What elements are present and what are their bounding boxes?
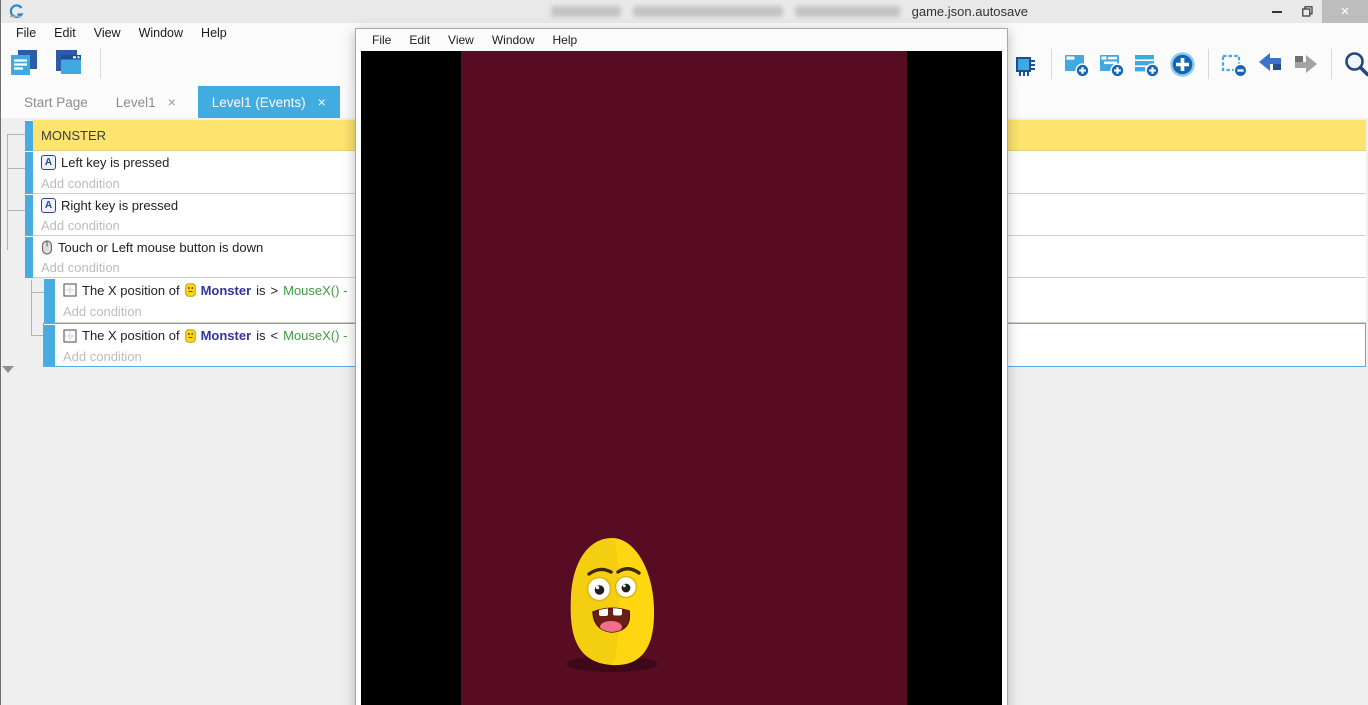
- tab-close-icon[interactable]: ×: [168, 94, 176, 110]
- tree-line: [31, 280, 32, 336]
- preview-window: File Edit View Window Help: [355, 28, 1008, 705]
- menu-view[interactable]: View: [85, 26, 130, 40]
- condition-prefix: The X position of: [82, 283, 180, 298]
- event-template-button[interactable]: [1012, 49, 1040, 79]
- condition-verb: is: [256, 328, 265, 343]
- title-bar: game.json.autosave ×: [0, 0, 1368, 23]
- gdevelop-logo-icon: [8, 3, 25, 20]
- scene-window-icon: [53, 49, 83, 78]
- event-template-chip-icon: [1012, 49, 1040, 79]
- event-drag-handle[interactable]: [25, 151, 33, 194]
- keyboard-key-icon: A: [41, 155, 56, 170]
- position-icon: [63, 329, 77, 343]
- preview-menu-edit[interactable]: Edit: [400, 33, 439, 47]
- add-comment-button[interactable]: [1133, 51, 1160, 78]
- menu-help[interactable]: Help: [192, 26, 236, 40]
- preview-menu-bar: File Edit View Window Help: [356, 29, 1007, 51]
- monster-thumbnail-icon: [185, 283, 196, 297]
- tree-line: [7, 210, 25, 211]
- event-drag-handle[interactable]: [25, 236, 33, 278]
- monster-sprite: [562, 534, 662, 674]
- window-controls: ×: [1262, 0, 1368, 23]
- minimize-button[interactable]: [1262, 0, 1292, 23]
- tab-close-icon[interactable]: ×: [318, 94, 326, 110]
- menu-window[interactable]: Window: [130, 26, 192, 40]
- event-drag-handle[interactable]: [44, 324, 55, 366]
- game-scene: [461, 51, 907, 705]
- condition-verb: is: [256, 283, 265, 298]
- delete-selection-button[interactable]: [1220, 51, 1248, 78]
- tab-level1[interactable]: Level1 ×: [102, 86, 190, 118]
- redo-icon: [1292, 51, 1320, 77]
- delete-selection-icon: [1220, 51, 1248, 78]
- event-drag-handle[interactable]: [25, 194, 33, 236]
- condition-operator: >: [271, 283, 279, 298]
- circle-plus-icon: [1168, 50, 1197, 79]
- menu-edit[interactable]: Edit: [45, 26, 85, 40]
- tree-line: [32, 335, 43, 336]
- condition-operator: <: [271, 328, 279, 343]
- condition-text: Touch or Left mouse button is down: [58, 240, 263, 255]
- restore-button[interactable]: [1292, 0, 1322, 23]
- redacted-title-text: [551, 6, 621, 17]
- undo-button[interactable]: [1256, 51, 1284, 77]
- preview-menu-view[interactable]: View: [439, 33, 483, 47]
- condition-object: Monster: [201, 283, 252, 298]
- search-icon: [1343, 50, 1368, 78]
- condition-object: Monster: [201, 328, 252, 343]
- preview-menu-file[interactable]: File: [363, 33, 400, 47]
- event-drag-handle[interactable]: [25, 120, 33, 151]
- toolbar-separator: [1051, 49, 1052, 79]
- tree-line: [7, 134, 8, 250]
- menu-file[interactable]: File: [7, 26, 45, 40]
- preview-menu-window[interactable]: Window: [483, 33, 544, 47]
- window-title: game.json.autosave: [450, 0, 1028, 23]
- tree-line: [32, 292, 44, 293]
- position-icon: [63, 283, 77, 297]
- monster-thumbnail-icon: [185, 329, 196, 343]
- redacted-title-text: [795, 6, 900, 17]
- condition-text: Left key is pressed: [61, 155, 169, 170]
- add-sub-event-icon: [1098, 51, 1125, 78]
- restore-icon: [1302, 6, 1313, 17]
- window-left-edge: [0, 0, 1, 705]
- preview-menu-help[interactable]: Help: [544, 33, 587, 47]
- condition-expression: MouseX() -: [283, 283, 347, 298]
- tree-line: [7, 168, 25, 169]
- scene-window-button[interactable]: [53, 49, 83, 78]
- condition-expression: MouseX() -: [283, 328, 347, 343]
- add-event-icon: [1063, 51, 1090, 78]
- game-viewport[interactable]: [361, 51, 1002, 705]
- keyboard-key-icon: A: [41, 198, 56, 213]
- event-drag-handle[interactable]: [44, 278, 55, 323]
- tab-label: Level1: [116, 95, 156, 110]
- redacted-title-text: [633, 6, 783, 17]
- undo-icon: [1256, 51, 1284, 77]
- minimize-icon: [1272, 11, 1282, 13]
- search-events-button[interactable]: [1343, 50, 1368, 78]
- add-event-button[interactable]: [1063, 51, 1090, 78]
- add-comment-icon: [1133, 51, 1160, 78]
- toolbar-separator: [1331, 49, 1332, 79]
- mouse-icon: [41, 240, 53, 255]
- window-title-text: game.json.autosave: [912, 4, 1028, 19]
- tab-start-page[interactable]: Start Page: [10, 86, 102, 118]
- close-icon: ×: [1341, 3, 1350, 20]
- toolbar-separator: [1208, 49, 1209, 79]
- project-manager-icon: [9, 49, 39, 78]
- add-sub-event-button[interactable]: [1098, 51, 1125, 78]
- choose-event-button[interactable]: [1168, 50, 1197, 79]
- close-button[interactable]: ×: [1322, 0, 1368, 23]
- condition-prefix: The X position of: [82, 328, 180, 343]
- condition-text: Right key is pressed: [61, 198, 178, 213]
- tab-level1-events[interactable]: Level1 (Events) ×: [198, 86, 340, 118]
- project-manager-button[interactable]: [9, 49, 39, 78]
- tree-line: [7, 134, 25, 135]
- redo-button[interactable]: [1292, 51, 1320, 77]
- tab-label: Start Page: [24, 95, 88, 110]
- collapse-arrow-icon[interactable]: [2, 366, 14, 373]
- tab-label: Level1 (Events): [212, 95, 306, 110]
- toolbar-separator: [100, 48, 101, 78]
